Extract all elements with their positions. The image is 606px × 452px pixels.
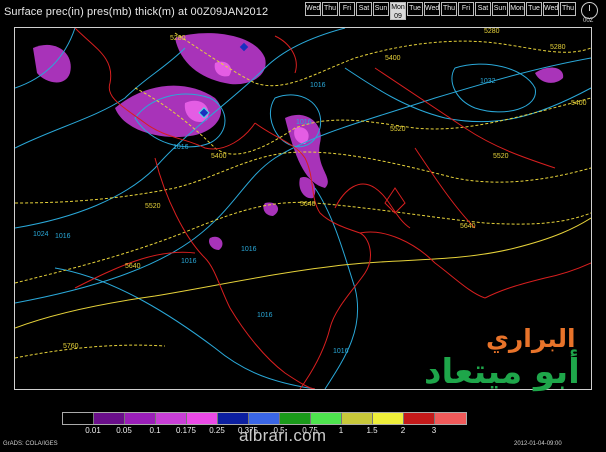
- day-button[interactable]: Tue: [526, 2, 542, 16]
- legend-swatch: [373, 413, 404, 424]
- coastline: [484, 262, 591, 299]
- coastline: [274, 35, 297, 74]
- precip-blob: [535, 67, 564, 83]
- thickness-line: [15, 344, 166, 359]
- day-button[interactable]: Wed: [305, 2, 321, 16]
- isobar-label: 1016: [333, 348, 349, 355]
- legend-label: 0.05: [116, 426, 132, 435]
- isobar-label: 1016: [241, 246, 257, 253]
- logo-line-1: البراري: [486, 324, 576, 353]
- isobar: [451, 63, 536, 113]
- legend-swatch: [249, 413, 280, 424]
- precip-legend: [62, 412, 467, 425]
- watermark: albrari.com: [239, 426, 327, 445]
- legend-swatch: [156, 413, 187, 424]
- clock-icon: [581, 2, 598, 19]
- thickness-label: 5640: [125, 263, 141, 270]
- thickness-label: 5280: [170, 35, 186, 42]
- legend-label: 0.25: [209, 426, 225, 435]
- precip-areas: [33, 33, 564, 250]
- thickness-labels: 5280 5280 5400 5400 5400 5520 5520 5520 5640 5640…: [63, 28, 587, 350]
- clock-label: 00Z: [583, 18, 594, 24]
- isobar-label: 1016: [173, 144, 189, 151]
- isobar-labels: 1016 1016 1016 1016 1016 1024 1032 1016 1016 1016: [33, 78, 496, 355]
- legend-label: 0.175: [175, 426, 197, 435]
- thickness-label: 5520: [390, 126, 406, 133]
- border: [334, 183, 411, 229]
- thickness-line: [15, 201, 591, 284]
- thickness-label: 5520: [493, 153, 509, 160]
- thickness-label: 5400: [571, 100, 587, 107]
- day-button[interactable]: Thu: [441, 2, 457, 16]
- day-button[interactable]: Mon: [509, 2, 525, 16]
- day-button[interactable]: Sat: [475, 2, 491, 16]
- legend-swatch: [218, 413, 249, 424]
- day-button[interactable]: Tue: [407, 2, 423, 16]
- thickness-label: 5520: [145, 203, 161, 210]
- legend-swatch: [404, 413, 435, 424]
- legend-swatch: [125, 413, 156, 424]
- legend-label: 1.5: [366, 426, 378, 435]
- thickness-label: 5640: [460, 223, 476, 230]
- day-button[interactable]: Sun: [373, 2, 389, 16]
- legend-swatch: [342, 413, 373, 424]
- day-button[interactable]: Sun: [492, 2, 508, 16]
- precip-blob: [209, 236, 223, 250]
- legend-swatch: [311, 413, 342, 424]
- isobar: [54, 267, 316, 389]
- thickness-label: 5400: [385, 55, 401, 62]
- isobar: [314, 187, 359, 389]
- map-title: Surface prec(in) pres(mb) thick(m) at 00…: [4, 6, 269, 18]
- isobar-label: 1016: [296, 119, 312, 126]
- coastline: [359, 231, 486, 299]
- border: [154, 157, 206, 259]
- day-button[interactable]: Wed: [543, 2, 559, 16]
- thickness-lines: [15, 32, 591, 359]
- legend-label: 0.01: [85, 426, 101, 435]
- border: [374, 67, 556, 169]
- isobar-label: 1024: [33, 231, 49, 238]
- thickness-label: 5280: [484, 28, 500, 35]
- legend-label: 1: [338, 426, 344, 435]
- legend-label: 2: [400, 426, 406, 435]
- day-selector: Wed Thu Fri Sat Sun Mon 09 Tue Wed Thu Fri Sat Sun M…: [304, 2, 576, 20]
- day-button[interactable]: Sat: [356, 2, 372, 16]
- thickness-label: 5760: [63, 343, 79, 350]
- day-button[interactable]: Thu: [560, 2, 576, 16]
- footer-timestamp: 2012-01-04-09:00: [514, 441, 562, 447]
- isobar-label: 1016: [257, 312, 273, 319]
- thickness-label: 5280: [550, 44, 566, 51]
- thickness-label: 5400: [211, 153, 227, 160]
- day-button[interactable]: Mon 09: [390, 2, 406, 20]
- isobar-label: 1016: [181, 258, 197, 265]
- day-button[interactable]: Fri: [339, 2, 355, 16]
- day-button[interactable]: Wed: [424, 2, 440, 16]
- isobar-label: 1032: [480, 78, 496, 85]
- legend-swatch: [187, 413, 218, 424]
- legend-swatch: [94, 413, 125, 424]
- legend-swatch: [63, 413, 94, 424]
- legend-swatch: [435, 413, 466, 424]
- logo-line-2: أبو ميتعاد: [424, 352, 580, 392]
- thickness-label: 5640: [300, 201, 316, 208]
- precip-blob: [175, 33, 266, 85]
- isobar-label: 1016: [310, 82, 326, 89]
- thickness-line: [15, 217, 591, 329]
- isobar-label: 1016: [55, 233, 71, 240]
- legend-label: 3: [431, 426, 437, 435]
- day-button[interactable]: Thu: [322, 2, 338, 16]
- footer-credit: GrADS: COLA/IGES: [3, 441, 58, 447]
- day-button[interactable]: Fri: [458, 2, 474, 16]
- coastline: [384, 187, 406, 214]
- legend-swatch: [280, 413, 311, 424]
- legend-label: 0.1: [149, 426, 161, 435]
